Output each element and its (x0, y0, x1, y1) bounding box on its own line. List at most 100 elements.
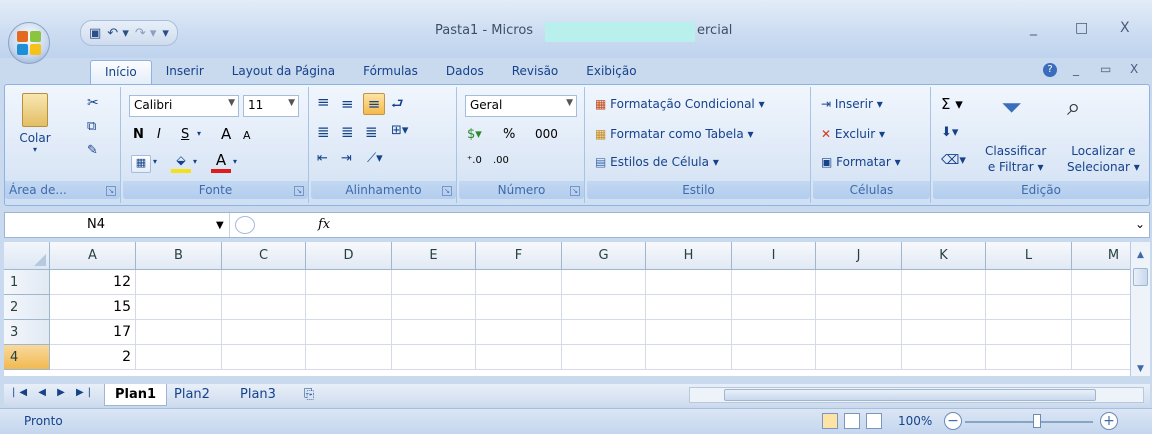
grid-cell[interactable] (562, 345, 646, 370)
grid-cell[interactable] (392, 270, 476, 295)
tab-inicio[interactable]: Início (90, 60, 152, 84)
help-icon[interactable]: ? (1043, 63, 1057, 77)
column-header[interactable]: B (136, 242, 222, 270)
scroll-thumb[interactable] (1133, 268, 1148, 286)
page-layout-view-icon[interactable] (844, 413, 860, 429)
currency-icon[interactable]: $▾ (467, 127, 482, 142)
align-right-icon[interactable]: ≣ (365, 123, 378, 141)
grid-cell[interactable] (986, 320, 1072, 345)
column-header[interactable]: J (816, 242, 902, 270)
column-header[interactable]: I (732, 242, 816, 270)
grid-cell[interactable] (646, 320, 732, 345)
clipboard-launcher-icon[interactable]: ↘ (106, 186, 116, 196)
grid-cell[interactable] (306, 270, 392, 295)
column-header[interactable]: C (222, 242, 306, 270)
customize-qat-icon[interactable]: ▾ (162, 26, 169, 41)
tab-layout[interactable]: Layout da Página (218, 60, 349, 84)
format-as-table-button[interactable]: ▦ Formatar como Tabela ▾ (595, 127, 754, 141)
grid-cell[interactable] (392, 320, 476, 345)
orientation-icon[interactable]: ⟋▾ (367, 151, 383, 166)
grid-cell[interactable] (646, 295, 732, 320)
vertical-scrollbar[interactable]: ▲ ▼ (1130, 242, 1150, 376)
tab-revisao[interactable]: Revisão (498, 60, 573, 84)
borders-icon[interactable]: ▦ (131, 155, 151, 173)
chevron-down-icon[interactable]: ▼ (216, 220, 224, 231)
chevron-down-icon[interactable]: ▾ (193, 157, 197, 166)
chevron-down-icon[interactable]: ▾ (197, 129, 201, 138)
sheet-tab-plan3[interactable]: Plan3 (230, 384, 286, 406)
grid-cell[interactable] (476, 320, 562, 345)
grid-cell[interactable] (732, 320, 816, 345)
column-header[interactable]: A (50, 242, 136, 270)
row-header[interactable]: 2 (4, 295, 50, 320)
fill-icon[interactable]: ⬇▾ (941, 125, 958, 140)
wrap-text-icon[interactable]: ⮐ (391, 93, 404, 117)
grid-cell[interactable] (392, 295, 476, 320)
insert-function-button[interactable]: fx (318, 217, 330, 232)
grid-cell[interactable] (136, 295, 222, 320)
align-left-icon[interactable]: ≣ (317, 123, 330, 141)
zoom-out-button[interactable]: − (944, 412, 962, 430)
delete-cells-button[interactable]: ✕ Excluir ▾ (821, 127, 885, 141)
alignment-launcher-icon[interactable]: ↘ (442, 186, 452, 196)
grid-cell[interactable] (646, 345, 732, 370)
grid-cell[interactable] (732, 295, 816, 320)
tab-inserir[interactable]: Inserir (152, 60, 218, 84)
column-header[interactable]: F (476, 242, 562, 270)
percent-button[interactable]: % (503, 127, 515, 142)
merge-center-icon[interactable]: ⊞▾ (391, 123, 408, 138)
grid-cell[interactable] (136, 270, 222, 295)
column-header[interactable]: G (562, 242, 646, 270)
office-button[interactable] (8, 22, 50, 64)
fill-color-icon[interactable]: ⬙ (171, 153, 191, 173)
grid-cell[interactable] (136, 345, 222, 370)
grid-cell[interactable] (222, 295, 306, 320)
grid-cell[interactable] (902, 320, 986, 345)
chevron-down-icon[interactable]: ▾ (153, 157, 157, 166)
shrink-font-button[interactable]: A (243, 129, 251, 142)
cell-a3[interactable]: 17 (50, 320, 136, 345)
increase-decimal-icon[interactable]: ⁺.0 (467, 155, 482, 166)
grid-cell[interactable] (476, 295, 562, 320)
bold-button[interactable]: N (133, 127, 144, 142)
sheet-tab-plan2[interactable]: Plan2 (164, 384, 220, 406)
grid-cell[interactable] (986, 345, 1072, 370)
sheet-tab-plan1[interactable]: Plan1 (104, 384, 168, 406)
horizontal-scrollbar[interactable] (689, 387, 1144, 403)
grid-cell[interactable] (986, 295, 1072, 320)
minimize-button[interactable]: _ (1030, 20, 1037, 36)
grid-cell[interactable] (732, 270, 816, 295)
binoculars-icon[interactable]: ⌕ (1067, 93, 1080, 121)
worksheet-grid[interactable]: A B C D E F G H I J K L M 1 2 3 4 12 15 … (4, 242, 1130, 376)
clear-icon[interactable]: ⌫▾ (941, 153, 966, 168)
align-center-icon[interactable]: ≣ (341, 123, 354, 141)
font-launcher-icon[interactable]: ↘ (294, 186, 304, 196)
grid-cell[interactable] (902, 345, 986, 370)
column-header[interactable]: E (392, 242, 476, 270)
italic-button[interactable]: I (157, 127, 161, 142)
select-all-button[interactable] (4, 242, 50, 270)
autosum-button[interactable]: Σ ▾ (941, 95, 963, 113)
grid-cell[interactable] (1072, 270, 1130, 295)
font-size-select[interactable]: 11 ▼ (243, 95, 299, 117)
grid-cell[interactable] (816, 295, 902, 320)
align-top-icon[interactable]: ≡ (317, 93, 330, 111)
paste-button[interactable]: Colar ▾ (15, 93, 55, 154)
grid-cell[interactable] (562, 320, 646, 345)
format-painter-icon[interactable]: ✎ (87, 143, 98, 158)
column-header[interactable]: L (986, 242, 1072, 270)
grid-cell[interactable] (476, 270, 562, 295)
grid-cell[interactable] (222, 345, 306, 370)
grid-cell[interactable] (986, 270, 1072, 295)
grid-cell[interactable] (816, 270, 902, 295)
horizontal-scroll-thumb[interactable] (724, 389, 1096, 401)
grow-font-button[interactable]: A (221, 125, 231, 143)
underline-button[interactable]: S (181, 127, 189, 142)
row-header[interactable]: 1 (4, 270, 50, 295)
sort-filter-icon[interactable]: ⏷ (1001, 93, 1022, 124)
scroll-down-icon[interactable]: ▼ (1131, 364, 1150, 374)
grid-cell[interactable] (306, 320, 392, 345)
format-cells-button[interactable]: ▣ Formatar ▾ (821, 155, 901, 169)
formula-input[interactable] (345, 213, 1125, 237)
row-header[interactable]: 3 (4, 320, 50, 345)
